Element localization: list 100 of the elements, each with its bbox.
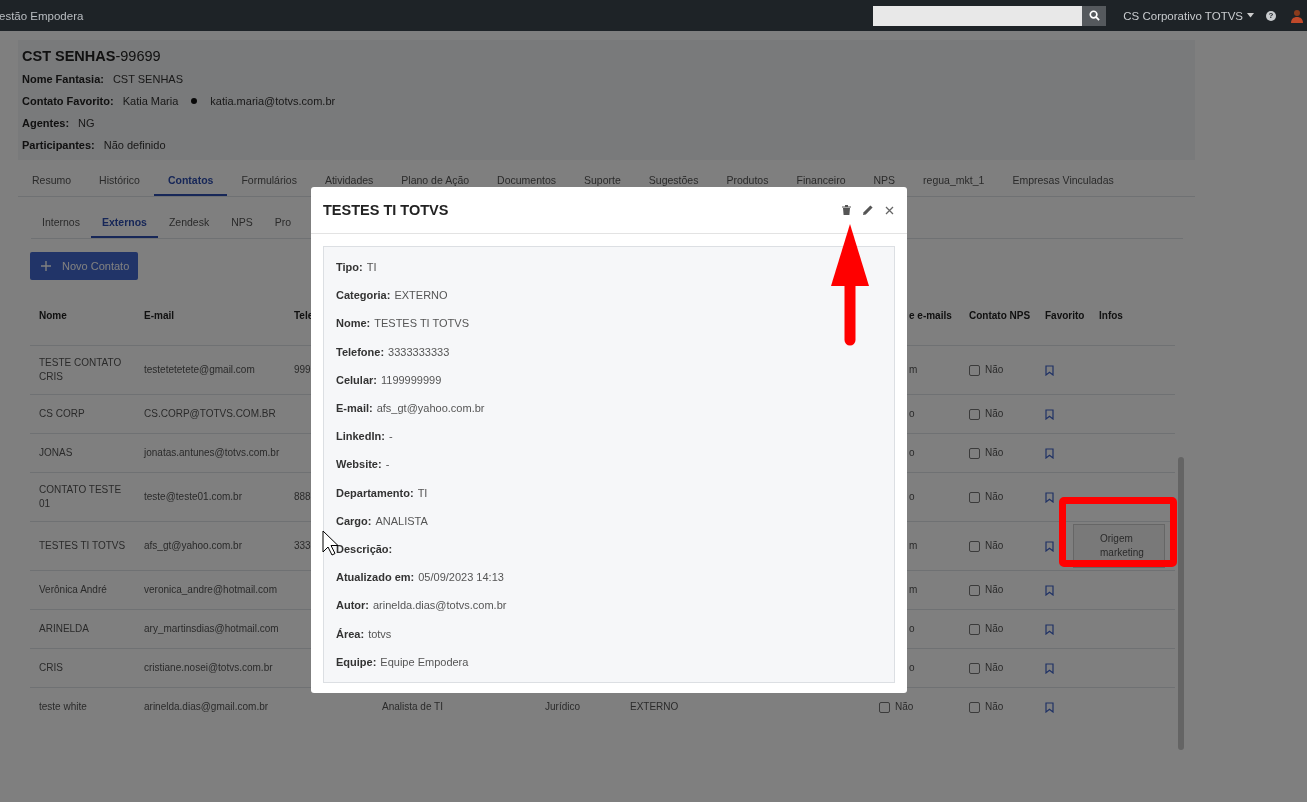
table-cell: CS CORP [39, 407, 85, 421]
checkbox-label: Não [985, 700, 1004, 714]
tab[interactable]: NPS [859, 165, 910, 196]
new-contact-button[interactable]: Novo Contato [30, 252, 138, 280]
detail-label: E-mail: [336, 402, 373, 415]
checkbox-label: Não [985, 407, 1004, 421]
subtab[interactable]: Pro [263, 208, 303, 238]
table-cell: afs_gt@yahoo.com.br [144, 539, 242, 553]
pencil-icon[interactable] [863, 205, 873, 215]
search-icon [1088, 10, 1100, 21]
tab[interactable]: Resumo [18, 165, 86, 196]
tab[interactable]: regua_mkt_1 [909, 165, 999, 196]
bookmark-icon[interactable] [1045, 701, 1054, 713]
subtab[interactable]: NPS [220, 208, 264, 238]
checkbox[interactable] [969, 364, 980, 376]
table-cell: o [909, 661, 915, 675]
bookmark-icon[interactable] [1045, 364, 1054, 376]
search-field[interactable] [873, 5, 1083, 26]
table-cell: EXTERNO [630, 700, 679, 714]
bookmark-icon[interactable] [1045, 408, 1054, 420]
caret-icon [1247, 13, 1254, 18]
checkbox[interactable] [969, 540, 980, 552]
column-header: Contato NPS [969, 310, 1031, 321]
detail-label: Cargo: [336, 514, 372, 527]
tab[interactable]: Financeiro [782, 165, 860, 196]
subtab[interactable]: Externos [90, 208, 158, 238]
detail-label: Departamento: [336, 486, 414, 499]
checkbox[interactable] [969, 701, 980, 713]
scrollbar[interactable] [1178, 457, 1184, 750]
detail-value: - [385, 458, 390, 471]
checkbox-label: Não [985, 661, 1004, 675]
trash-icon[interactable] [842, 205, 851, 215]
checkbox-label: Não [985, 622, 1004, 636]
detail-value: 3333333333 [388, 345, 450, 358]
detail-label: LinkedIn: [336, 430, 385, 443]
account-menu[interactable]: CS Corporativo TOTVS [1123, 9, 1254, 22]
checkbox[interactable] [879, 701, 890, 713]
detail-value: TI [366, 261, 377, 274]
field-value: Katia Maria [122, 95, 179, 107]
table-cell: o [909, 407, 915, 421]
detail-label: Nome: [336, 317, 371, 330]
plus-icon [41, 261, 51, 271]
tab[interactable]: Formulários [227, 165, 311, 196]
detail-label: Área: [336, 627, 365, 640]
table-cell: Jurídico [545, 700, 580, 714]
checkbox-label: Não [985, 490, 1004, 504]
bookmark-icon[interactable] [1045, 623, 1054, 635]
tab[interactable]: Empresas Vinculadas [998, 165, 1128, 196]
search-button[interactable] [1082, 5, 1107, 26]
tab[interactable]: Atividades [310, 165, 388, 196]
table-cell-text: TESTE CONTATO CRIS [39, 356, 123, 384]
tab[interactable]: Contatos [153, 165, 228, 196]
bookmark-icon[interactable] [1045, 491, 1054, 503]
detail-value: ANALISTA [375, 514, 428, 527]
tab[interactable]: Documentos [483, 165, 571, 196]
table-cell: 888 [294, 490, 311, 504]
table-cell: 999 [294, 363, 311, 377]
detail-label: Website: [336, 458, 382, 471]
detail-label: Tipo: [336, 261, 363, 274]
checkbox[interactable] [969, 408, 980, 420]
column-header: Infos [1099, 310, 1123, 321]
field-value: NG [78, 117, 95, 129]
field-value: katia.maria@totvs.com.br [210, 95, 336, 107]
subtab[interactable]: Internos [31, 208, 91, 238]
column-header: Nome [39, 310, 67, 321]
tab[interactable]: Histórico [85, 165, 154, 196]
checkbox[interactable] [969, 623, 980, 635]
detail-label: Telefone: [336, 345, 385, 358]
tab[interactable]: Sugestões [634, 165, 713, 196]
table-cell: veronica_andre@hotmail.com [144, 583, 277, 597]
checkbox-label: Não [985, 363, 1004, 377]
detail-value: totvs [368, 627, 392, 640]
tab[interactable]: Suporte [570, 165, 635, 196]
table-cell: m [909, 363, 918, 377]
bookmark-icon[interactable] [1045, 662, 1054, 674]
tab[interactable]: Plano de Ação [387, 165, 484, 196]
table-cell-text: CONTATO TESTE 01 [39, 483, 123, 511]
avatar-icon[interactable] [1291, 8, 1303, 23]
checkbox[interactable] [969, 662, 980, 674]
bookmark-icon[interactable] [1045, 584, 1054, 596]
checkbox-label: Não [895, 700, 914, 714]
table-cell: o [909, 446, 915, 460]
checkbox[interactable] [969, 491, 980, 503]
checkbox-label: Não [985, 583, 1004, 597]
close-icon[interactable] [885, 205, 894, 215]
bookmark-icon[interactable] [1045, 447, 1054, 459]
separator-dot-icon [191, 98, 198, 104]
checkbox[interactable] [969, 584, 980, 596]
detail-value: 05/09/2023 14:13 [418, 571, 504, 584]
table-cell: JONAS [39, 446, 73, 460]
help-icon[interactable]: ? [1266, 10, 1276, 21]
tab[interactable]: Produtos [712, 165, 783, 196]
checkbox[interactable] [969, 447, 980, 459]
bookmark-icon[interactable] [1045, 540, 1054, 552]
detail-value: afs_gt@yahoo.com.br [376, 402, 485, 415]
table-cell: 333 [294, 539, 311, 553]
checkbox-label: Não [985, 539, 1004, 553]
detail-value: EXTERNO [394, 289, 448, 302]
table-cell: cristiane.nosei@totvs.com.br [144, 661, 273, 675]
subtab[interactable]: Zendesk [157, 208, 221, 238]
